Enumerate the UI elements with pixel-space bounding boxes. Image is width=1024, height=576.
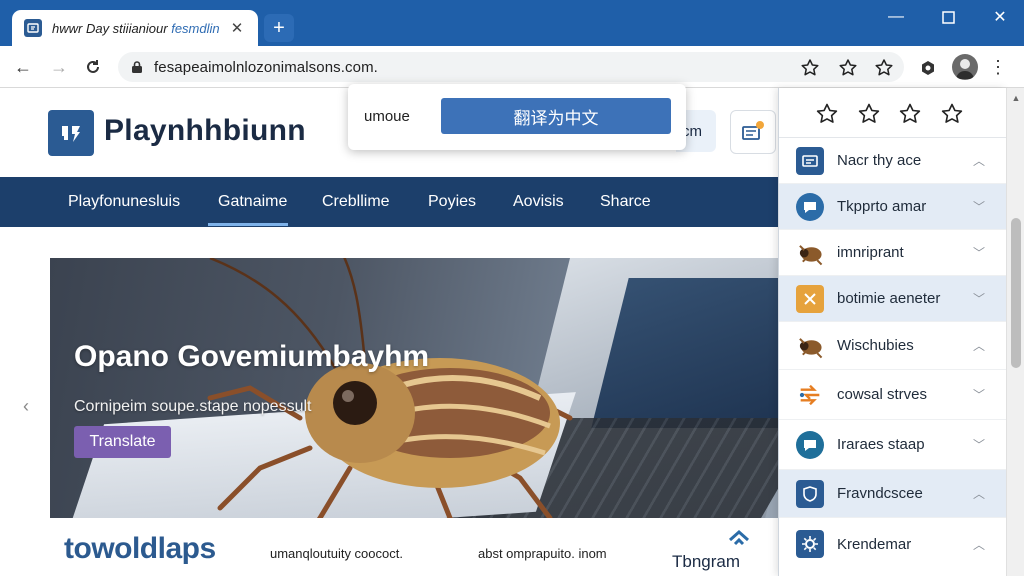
nav-item-1[interactable]: Playfonunesluis [68, 177, 180, 227]
tab-title: hwwr Day stiiianiour fesmdlin [52, 20, 220, 36]
chevron-down-icon[interactable]: ﹀ [971, 199, 987, 215]
gear-icon [796, 530, 824, 558]
address-url: fesapeaimolnlozonimalsons.com. [154, 58, 378, 76]
nav-active-indicator [208, 223, 288, 226]
chevron-up-icon[interactable]: ︿ [971, 536, 987, 552]
browser-tab-active[interactable]: hwwr Day stiiianiour fesmdlin ✕ [12, 10, 258, 46]
hero-translate-button[interactable]: Translate [74, 426, 171, 458]
arrows-icon [796, 381, 824, 409]
chevron-up-icon[interactable]: ︿ [971, 338, 987, 354]
partner-strip: towoldlaps umanqloutuity coococt. abst o… [50, 518, 780, 576]
chevron-up-icon[interactable]: ︿ [971, 486, 987, 502]
site-name[interactable]: Playnhhbiunn [104, 114, 306, 148]
minimize-icon[interactable]: — [876, 4, 916, 30]
nav-item-5[interactable]: Aovisis [513, 177, 564, 227]
chat-bubble-icon [796, 430, 824, 459]
panel-item-label: Wischubies [837, 337, 914, 354]
tab-strip: hwwr Day stiiianiour fesmdlin ✕ + — ✕ [0, 0, 1024, 46]
translate-popup: umoue 翻译为中文 [348, 84, 686, 150]
bug-icon [796, 239, 824, 267]
lock-icon[interactable] [130, 60, 144, 74]
panel-item[interactable]: cowsal strves ﹀ [779, 370, 1007, 420]
panel-star-icon-2[interactable] [857, 102, 881, 126]
site-favicon-icon [24, 19, 42, 37]
chevron-down-icon[interactable]: ﹀ [971, 387, 987, 403]
panel-item-label: imnriprant [837, 244, 904, 261]
browser-menu-icon[interactable]: ⋮ [988, 54, 1008, 80]
nav-item-3[interactable]: Crebllime [322, 177, 390, 227]
chat-bubble-icon [796, 192, 824, 221]
scroll-thumb[interactable] [1011, 218, 1021, 368]
hero-subtitle: Cornipeim soupe.stape nopessult [74, 398, 312, 415]
bug-icon [796, 332, 824, 360]
favorites-star-icon[interactable] [872, 57, 896, 79]
panel-item-label: Nacr thy ace [837, 152, 922, 169]
window-close-icon[interactable]: ✕ [980, 4, 1020, 30]
nav-item-4[interactable]: Poyies [428, 177, 476, 227]
tools-icon [796, 284, 824, 313]
back-arrow-icon[interactable]: ← [10, 54, 36, 80]
panel-item[interactable]: Iraraes staap ﹀ [779, 420, 1007, 470]
panel-item-label: cowsal strves [837, 386, 928, 403]
forward-arrow-icon[interactable]: → [46, 54, 72, 80]
strip-text-1: umanqloutuity coococt. [270, 546, 403, 561]
panel-star-bar [779, 88, 1007, 138]
bookmark-star-icon[interactable] [798, 57, 822, 79]
site-logo-icon[interactable] [48, 110, 94, 156]
chevron-up-icon[interactable]: ︿ [971, 153, 987, 169]
chevron-down-icon[interactable]: ﹀ [971, 245, 987, 261]
panel-item[interactable]: Krendemar ︿ [779, 518, 1007, 570]
hero-title: Opano Govemiumbayhm [74, 340, 430, 373]
chevron-down-icon[interactable]: ﹀ [971, 291, 987, 307]
panel-item[interactable]: Nacr thy ace ︿ [779, 138, 1007, 184]
strip-brand[interactable]: towoldlaps [64, 532, 216, 566]
nav-item-6[interactable]: Sharce [600, 177, 651, 227]
hero-banner: Opano Govemiumbayhm Cornipeim soupe.stap… [50, 258, 780, 518]
carousel-prev-icon[interactable]: ‹ [16, 394, 36, 418]
nav-item-2[interactable]: Gatnaime [218, 177, 287, 227]
extensions-icon[interactable] [916, 56, 940, 80]
strip-partner-logo[interactable]: Tbngram [672, 528, 772, 572]
reload-icon[interactable] [80, 54, 106, 80]
panel-star-icon-4[interactable] [940, 102, 964, 126]
bookmarks-side-panel: Nacr thy ace ︿ Tkpprto amar ﹀ imnriprant… [778, 88, 1007, 576]
tab-close-icon[interactable]: ✕ [228, 19, 246, 37]
panel-star-icon-3[interactable] [898, 102, 922, 126]
panel-item[interactable]: botimie aeneter ﹀ [779, 276, 1007, 322]
profile-avatar[interactable] [952, 54, 978, 80]
panel-star-icon-1[interactable] [815, 102, 839, 126]
translate-to-chinese-button[interactable]: 翻译为中文 [441, 98, 671, 134]
panel-item-label: Tkpprto amar [837, 198, 927, 215]
scroll-up-icon[interactable]: ▲ [1010, 92, 1022, 104]
new-tab-button[interactable]: + [264, 14, 294, 42]
translate-source-label: umoue [364, 108, 410, 125]
folder-app-icon [796, 146, 824, 175]
panel-item-label: Iraraes staap [837, 436, 925, 453]
panel-item[interactable]: Wischubies ︿ [779, 322, 1007, 370]
hero-bug-image [207, 258, 573, 518]
shield-icon [796, 479, 824, 508]
reading-list-star-icon[interactable] [836, 57, 860, 79]
panel-item-label: Krendemar [837, 535, 912, 553]
strip-logo-text: Tbngram [672, 552, 741, 571]
partner-chevron-icon [729, 529, 749, 546]
panel-item-label: botimie aeneter [837, 290, 941, 307]
maximize-icon[interactable] [928, 4, 968, 30]
panel-item[interactable]: Tkpprto amar ﹀ [779, 184, 1007, 230]
cart-button[interactable] [730, 110, 776, 154]
browser-toolbar: ← → fesapeaimolnlozonimalsons.com. [0, 46, 1024, 88]
panel-item[interactable]: imnriprant ﹀ [779, 230, 1007, 276]
address-bar[interactable]: fesapeaimolnlozonimalsons.com. [118, 52, 904, 82]
chevron-down-icon[interactable]: ﹀ [971, 437, 987, 453]
panel-item-label: Fravndcscee [837, 485, 923, 502]
strip-text-2: abst omprapuito. inom [478, 546, 607, 561]
page-scrollbar[interactable]: ▲ [1006, 88, 1024, 576]
panel-item[interactable]: Fravndcscee ︿ [779, 470, 1007, 518]
